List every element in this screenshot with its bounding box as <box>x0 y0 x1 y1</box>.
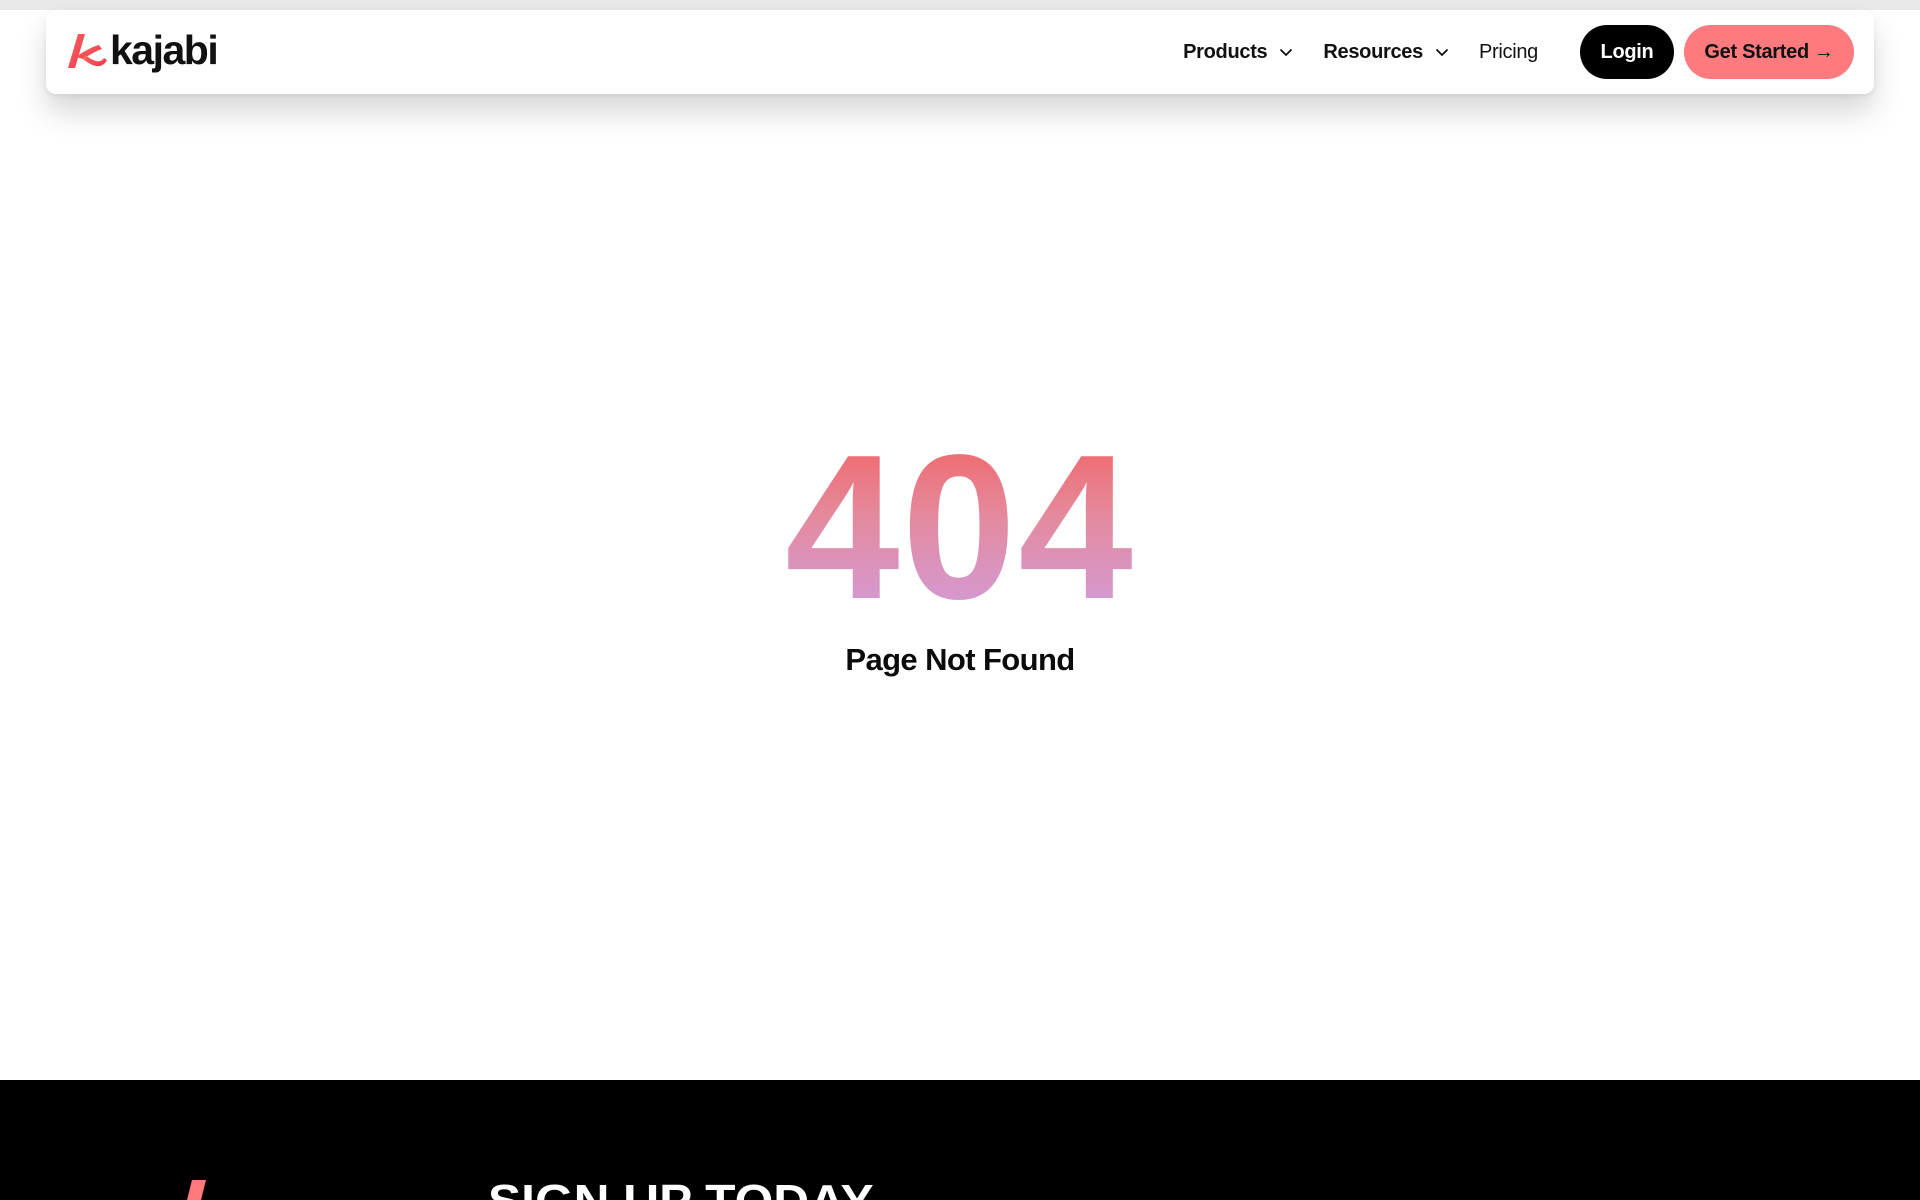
get-started-button-label: Get Started <box>1704 40 1809 63</box>
login-button-label: Login <box>1600 40 1654 63</box>
footer-headline: SIGN UP TODAY <box>488 1178 874 1200</box>
nav-item-label: Pricing <box>1478 40 1538 63</box>
kajabi-logo[interactable]: kajabi <box>66 26 219 77</box>
nav-item-pricing[interactable]: Pricing <box>1479 41 1538 64</box>
arrow-right-icon: → <box>1813 40 1834 63</box>
kajabi-k-logo-icon <box>187 1180 206 1200</box>
page: kajabi Products Resources Pricing Login <box>0 0 1920 1200</box>
nav-item-resources[interactable]: Resources <box>1323 41 1449 64</box>
kajabi-k-logo-icon <box>68 34 107 68</box>
navbar: kajabi Products Resources Pricing Login <box>46 10 1874 94</box>
main-content: 404 Page Not Found <box>0 94 1920 1080</box>
browser-top-strip <box>0 0 1920 10</box>
chevron-down-icon <box>1280 48 1293 56</box>
error-message: Page Not Found <box>845 642 1075 677</box>
error-code: 404 <box>0 424 1920 630</box>
primary-nav: Products Resources Pricing Login Get Sta… <box>1183 10 1854 94</box>
logo-wordmark: kajabi <box>110 26 219 73</box>
get-started-button[interactable]: Get Started → <box>1684 25 1854 79</box>
nav-item-label: Resources <box>1323 40 1423 63</box>
nav-item-products[interactable]: Products <box>1183 41 1293 64</box>
nav-item-label: Products <box>1183 40 1268 63</box>
footer: SIGN UP TODAY <box>0 1080 1920 1200</box>
login-button[interactable]: Login <box>1580 25 1674 79</box>
chevron-down-icon <box>1435 48 1449 56</box>
